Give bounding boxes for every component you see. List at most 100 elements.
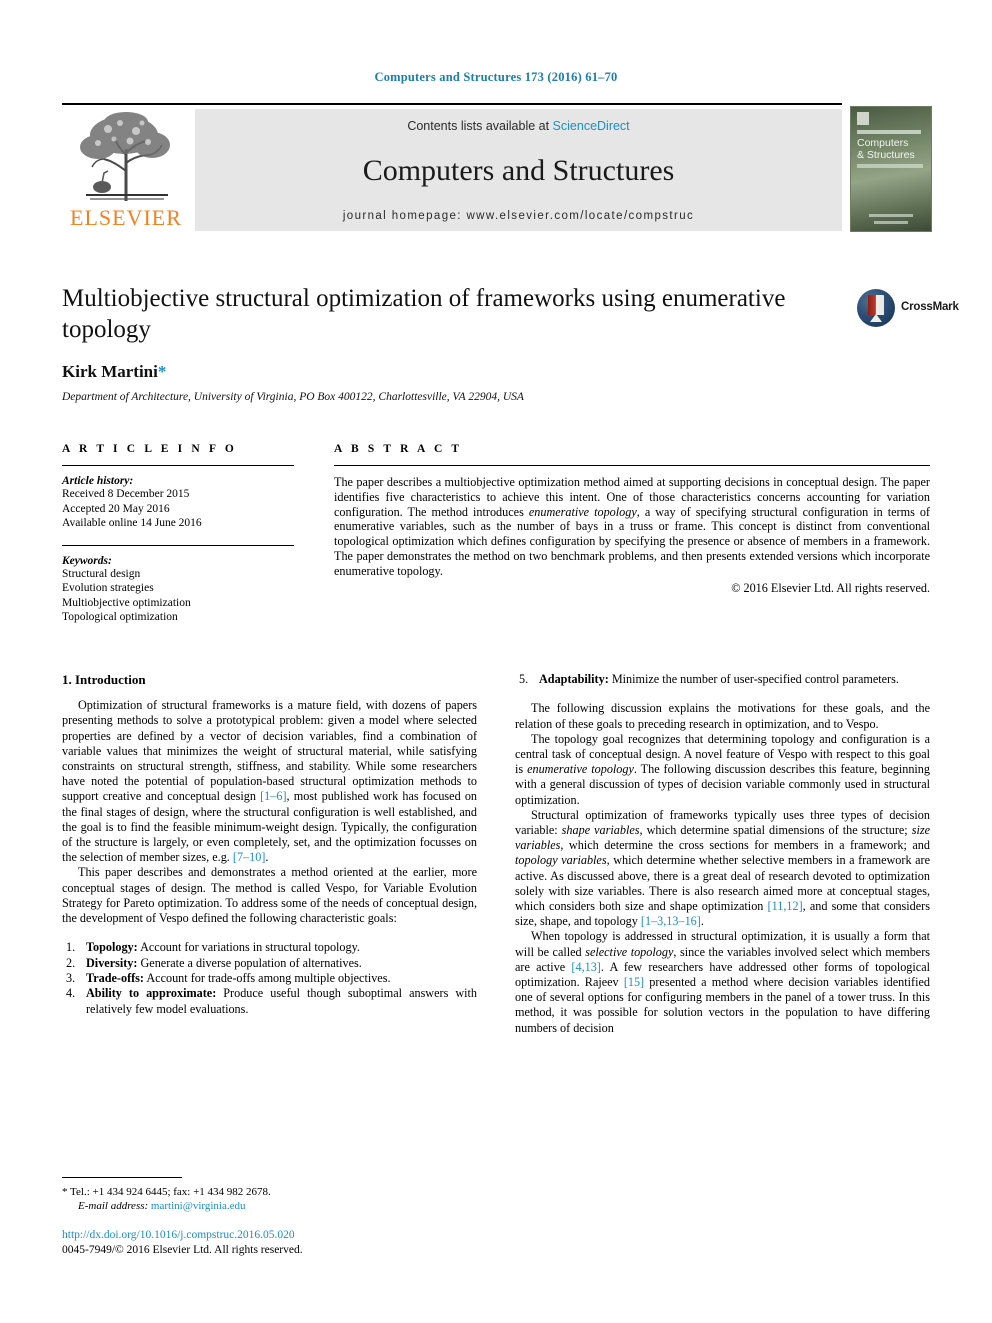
doi-block: http://dx.doi.org/10.1016/j.compstruc.20… bbox=[62, 1228, 477, 1257]
abstract-copyright: © 2016 Elsevier Ltd. All rights reserved… bbox=[731, 580, 930, 595]
running-head: Computers and Structures 173 (2016) 61–7… bbox=[374, 70, 618, 84]
citation-ref[interactable]: [4,13] bbox=[571, 960, 600, 974]
journal-masthead: ELSEVIER Contents lists available at Sci… bbox=[62, 103, 932, 233]
list-item-label: Trade-offs: bbox=[86, 971, 144, 986]
article-info-rule-top bbox=[62, 465, 294, 466]
journal-homepage-line[interactable]: journal homepage: www.elsevier.com/locat… bbox=[195, 210, 842, 222]
keyword-item: Multiobjective optimization bbox=[62, 596, 191, 609]
list-item: 1. Topology: Account for variations in st… bbox=[62, 940, 477, 955]
list-item-label: Ability to approximate: bbox=[86, 986, 217, 1001]
body-paragraph: Optimization of structural frameworks is… bbox=[62, 698, 477, 865]
list-item-text: Generate a diverse population of alterna… bbox=[137, 955, 362, 970]
keyword-item: Topological optimization bbox=[62, 611, 178, 623]
elsevier-tree-icon bbox=[68, 109, 180, 205]
paragraph-part: . bbox=[700, 914, 704, 929]
paragraph-emphasis: enumerative topology bbox=[527, 762, 634, 777]
crossmark-disc-icon bbox=[857, 289, 895, 327]
journal-title: Computers and Structures bbox=[362, 154, 675, 187]
list-item-text: Account for trade-offs among multiple ob… bbox=[144, 971, 391, 986]
footnote-rule bbox=[62, 1177, 182, 1178]
list-item: 3. Trade-offs: Account for trade-offs amo… bbox=[62, 971, 477, 986]
paragraph-part: . bbox=[265, 850, 269, 865]
list-item-text: Account for variations in structural top… bbox=[137, 940, 360, 955]
goals-list: 1. Topology: Account for variations in st… bbox=[62, 940, 477, 1017]
abstract-text: The paper describes a multiobjective opt… bbox=[334, 475, 930, 579]
journal-cover-thumbnail[interactable]: Computers & Structures bbox=[850, 106, 932, 232]
body-column-right: 5. Adaptability: Minimize the number of u… bbox=[515, 672, 930, 1036]
list-item-number: 3. bbox=[66, 971, 76, 986]
body-paragraph: When topology is addressed in structural… bbox=[515, 929, 930, 1035]
article-history-online: Available online 14 June 2016 bbox=[62, 517, 202, 529]
section-heading-introduction: 1. Introduction bbox=[62, 672, 146, 687]
list-item-label: Adaptability: bbox=[539, 672, 609, 686]
list-item-text: Minimize the number of user-specified co… bbox=[608, 672, 899, 686]
article-info-spacer bbox=[62, 531, 294, 545]
footnote-email-link[interactable]: martini@virginia.edu bbox=[148, 1200, 246, 1212]
paragraph-part: , which determine spatial dimensions of … bbox=[639, 823, 912, 838]
cover-subtitle-bar bbox=[857, 164, 923, 168]
list-item-number: 5. bbox=[519, 672, 529, 686]
abstract-heading: A B S T R A C T bbox=[334, 443, 463, 455]
elsevier-logo: ELSEVIER bbox=[62, 109, 190, 231]
crossmark-badge[interactable]: CrossMark bbox=[857, 289, 967, 329]
cover-footer-bar-1 bbox=[869, 214, 913, 217]
paragraph-emphasis: topology variables bbox=[515, 853, 607, 868]
footnote-email: E-mail address: martini@virginia.edu bbox=[62, 1199, 477, 1213]
citation-ref[interactable]: [1–3,13–16] bbox=[641, 914, 701, 928]
article-history-accepted: Accepted 20 May 2016 bbox=[62, 502, 170, 515]
abstract-emphasis-enumerative-topology: enumerative topology bbox=[528, 504, 637, 519]
footnote-email-label: E-mail address: bbox=[78, 1200, 149, 1212]
elsevier-wordmark: ELSEVIER bbox=[70, 205, 182, 230]
list-item: 2. Diversity: Generate a diverse populati… bbox=[62, 956, 477, 971]
cover-name-line2: & Structures bbox=[857, 148, 915, 161]
paragraph-emphasis: shape variables bbox=[561, 823, 640, 838]
list-item-label: Diversity: bbox=[86, 955, 138, 970]
paragraph-emphasis: selective topology bbox=[585, 944, 674, 959]
contents-lists-prefix: Contents lists available at bbox=[407, 119, 553, 133]
footnote-tel: * Tel.: +1 434 924 6445; fax: +1 434 982… bbox=[62, 1185, 477, 1199]
paragraph-part: , which determine the cross sections for… bbox=[560, 838, 930, 853]
article-info-rule-mid bbox=[62, 544, 294, 546]
article-history-received: Received 8 December 2015 bbox=[62, 488, 190, 500]
crossmark-triangle-icon bbox=[870, 314, 882, 322]
cover-footer-bar-2 bbox=[874, 221, 908, 224]
cover-emblem-icon bbox=[857, 112, 869, 125]
list-item-number: 4. bbox=[66, 986, 76, 1001]
citation-ref[interactable]: [15] bbox=[624, 975, 644, 989]
body-paragraph: Structural optimization of frameworks ty… bbox=[515, 808, 930, 930]
abstract-column: A B S T R A C T The paper describes a mu… bbox=[334, 443, 930, 625]
keyword-item: Evolution strategies bbox=[62, 582, 154, 594]
issn-copyright-line: 0045-7949/© 2016 Elsevier Ltd. All right… bbox=[62, 1243, 303, 1256]
author-affiliation: Department of Architecture, University o… bbox=[62, 391, 524, 403]
citation-ref[interactable]: [1–6] bbox=[260, 789, 286, 803]
body-paragraph: This paper describes and demonstrates a … bbox=[62, 865, 477, 926]
citation-ref[interactable]: [7–10] bbox=[233, 850, 266, 864]
keyword-item: Structural design bbox=[62, 567, 141, 580]
author-name-text: Kirk Martini bbox=[62, 362, 158, 381]
info-abstract-region: A R T I C L E I N F O Article history: R… bbox=[62, 443, 930, 625]
masthead-top-rule bbox=[62, 103, 842, 105]
article-info-column: A R T I C L E I N F O Article history: R… bbox=[62, 443, 294, 625]
body-paragraph: The topology goal recognizes that determ… bbox=[515, 732, 930, 808]
cover-tagline-bar bbox=[857, 130, 921, 134]
contents-lists-line: Contents lists available at ScienceDirec… bbox=[195, 119, 842, 133]
sciencedirect-banner: Contents lists available at ScienceDirec… bbox=[195, 109, 842, 231]
citation-ref[interactable]: [11,12] bbox=[768, 899, 803, 913]
cover-name-line1: Computers bbox=[857, 137, 909, 149]
author-footnote-mark[interactable]: * bbox=[158, 362, 167, 381]
footnote-tel-text: Tel.: +1 434 924 6445; fax: +1 434 982 2… bbox=[67, 1186, 271, 1198]
list-item: 4. Ability to approximate: Produce useful… bbox=[62, 986, 477, 1017]
body-paragraph: The following discussion explains the mo… bbox=[515, 701, 930, 731]
crossmark-book-icon bbox=[868, 295, 884, 315]
page-title: Multiobjective structural optimization o… bbox=[62, 285, 786, 343]
article-history-label: Article history: bbox=[62, 475, 134, 487]
body-column-left: 1. Introduction Optimization of structur… bbox=[62, 672, 477, 1017]
list-item: 5. Adaptability: Minimize the number of u… bbox=[515, 672, 930, 687]
list-item-number: 1. bbox=[66, 940, 76, 955]
doi-link[interactable]: http://dx.doi.org/10.1016/j.compstruc.20… bbox=[62, 1228, 477, 1243]
list-item-number: 2. bbox=[66, 955, 76, 970]
sciencedirect-link[interactable]: ScienceDirect bbox=[553, 119, 630, 133]
author-name: Kirk Martini* bbox=[62, 362, 930, 382]
crossmark-label: CrossMark bbox=[901, 301, 959, 313]
article-info-heading: A R T I C L E I N F O bbox=[62, 443, 237, 455]
